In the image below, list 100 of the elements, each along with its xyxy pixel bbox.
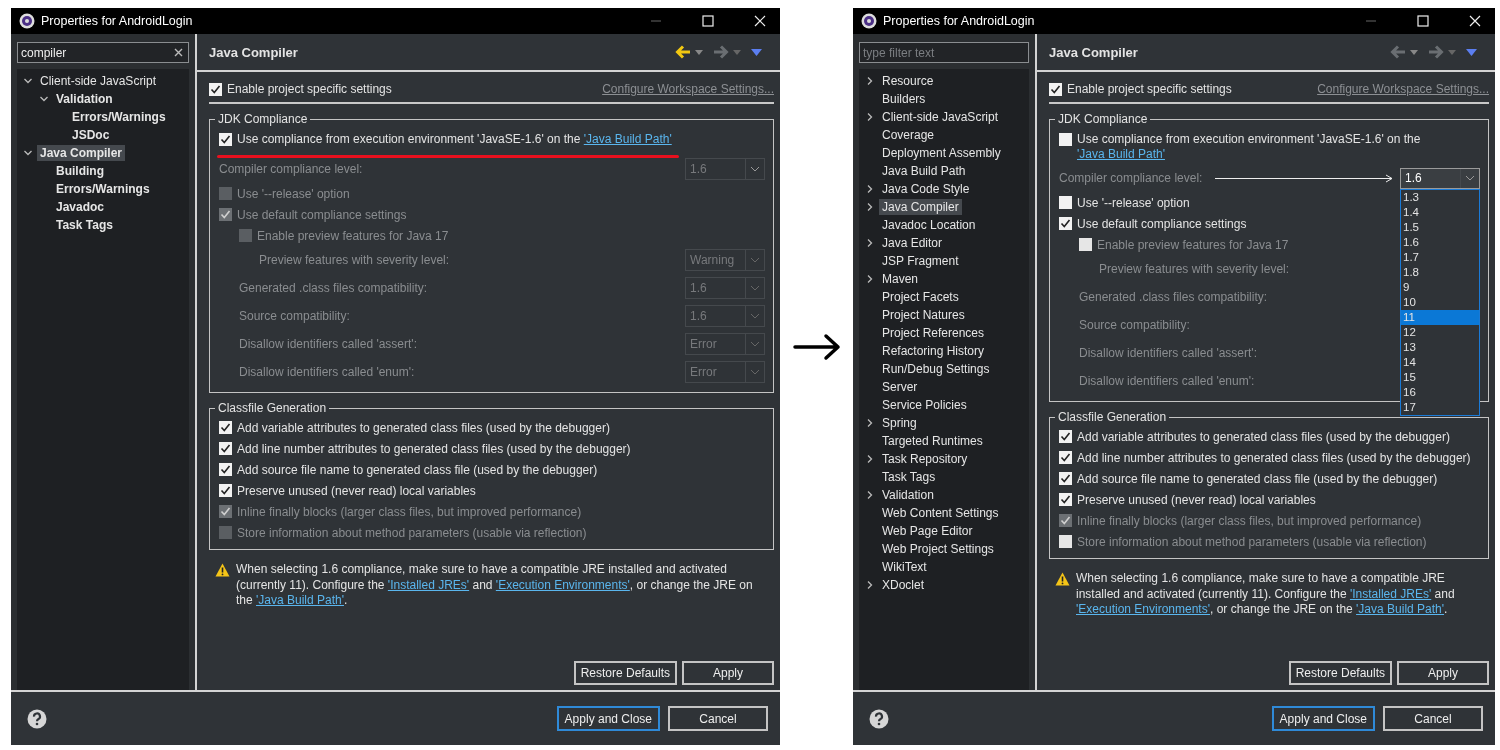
checkbox[interactable]: [219, 421, 232, 434]
close-icon[interactable]: [754, 15, 766, 27]
checkbox[interactable]: [1059, 493, 1072, 506]
tree-item[interactable]: Task Tags: [53, 217, 116, 233]
tree-item[interactable]: Java Build Path: [879, 163, 969, 179]
checkbox[interactable]: [1059, 430, 1072, 443]
tree-item[interactable]: Spring: [879, 415, 920, 431]
chevron-icon[interactable]: [865, 418, 875, 428]
link[interactable]: 'Execution Environments': [1076, 602, 1210, 616]
checkbox[interactable]: [219, 484, 232, 497]
dropdown-option[interactable]: 1.4: [1401, 204, 1479, 220]
apply-button[interactable]: Apply: [682, 661, 774, 685]
dropdown-option[interactable]: 1.8: [1401, 264, 1479, 280]
tree-item[interactable]: Building: [53, 163, 107, 179]
maximize-icon[interactable]: [1417, 15, 1429, 27]
dropdown-option[interactable]: 11: [1401, 309, 1479, 325]
dropdown-option[interactable]: 1.5: [1401, 219, 1479, 235]
tree-item[interactable]: Resource: [879, 73, 937, 89]
menu-icon[interactable]: [1466, 48, 1477, 56]
apply-and-close-button[interactable]: Apply and Close: [1271, 706, 1375, 731]
link[interactable]: Configure Workspace Settings...: [602, 82, 774, 96]
chevron-icon[interactable]: [23, 148, 33, 158]
dropdown-option[interactable]: 10: [1401, 294, 1479, 310]
tree-item[interactable]: Client-side JavaScript: [879, 109, 1002, 125]
tree-item[interactable]: Task Tags: [879, 469, 939, 485]
tree-item[interactable]: Web Page Editor: [879, 523, 976, 539]
tree-item[interactable]: Coverage: [879, 127, 938, 143]
tree-item[interactable]: Server: [879, 379, 921, 395]
tree-item[interactable]: Project Facets: [879, 289, 962, 305]
tree-item[interactable]: Refactoring History: [879, 343, 988, 359]
tree-item[interactable]: WikiText: [879, 559, 930, 575]
link[interactable]: 'Installed JREs': [387, 577, 470, 592]
checkbox[interactable]: [209, 82, 222, 96]
restore-defaults-button[interactable]: Restore Defaults: [573, 661, 677, 685]
link[interactable]: 'Execution Environments': [495, 577, 630, 592]
tree-item[interactable]: Task Repository: [879, 451, 971, 467]
link[interactable]: 'Java Build Path': [583, 132, 672, 146]
close-icon[interactable]: [1469, 15, 1481, 27]
dropdown-option[interactable]: 14: [1401, 354, 1479, 370]
dropdown-option[interactable]: 1.6: [1401, 234, 1479, 250]
filter-field[interactable]: type filter text: [859, 42, 1029, 63]
checkbox[interactable]: [219, 442, 232, 455]
chevron-icon[interactable]: [865, 238, 875, 248]
menu-icon[interactable]: [751, 48, 762, 56]
maximize-icon[interactable]: [702, 15, 714, 27]
tree-item[interactable]: Validation: [879, 487, 937, 503]
chevron-icon[interactable]: [865, 184, 875, 194]
tree-item[interactable]: Javadoc Location: [879, 217, 979, 233]
tree-item[interactable]: Maven: [879, 271, 922, 287]
dropdown-option[interactable]: 16: [1401, 384, 1479, 400]
tree-item[interactable]: Errors/Warnings: [53, 181, 153, 197]
tree-item[interactable]: JSDoc: [69, 127, 113, 143]
tree-item[interactable]: Deployment Assembly: [879, 145, 1004, 161]
dropdown-option[interactable]: 9: [1401, 279, 1479, 295]
tree-item[interactable]: Java Compiler: [879, 199, 962, 215]
chevron-icon[interactable]: [865, 454, 875, 464]
caret-icon[interactable]: [1410, 49, 1418, 55]
tree-item[interactable]: Validation: [53, 91, 116, 107]
dropdown-option[interactable]: 13: [1401, 339, 1479, 355]
chevron-icon[interactable]: [865, 76, 875, 86]
link[interactable]: Configure Workspace Settings...: [1317, 82, 1489, 96]
tree-item[interactable]: Project Natures: [879, 307, 968, 323]
checkbox[interactable]: [219, 463, 232, 476]
chevron-icon[interactable]: [23, 76, 33, 86]
checkbox[interactable]: [1049, 82, 1062, 96]
cancel-button[interactable]: Cancel: [1383, 706, 1483, 731]
help-icon[interactable]: [27, 708, 47, 729]
tree-item[interactable]: Java Editor: [879, 235, 946, 251]
tree-item[interactable]: XDoclet: [879, 577, 928, 593]
apply-and-close-button[interactable]: Apply and Close: [556, 706, 660, 731]
link[interactable]: 'Java Build Path': [256, 593, 344, 607]
dropdown-option[interactable]: 17: [1401, 399, 1479, 415]
chevron-icon[interactable]: [865, 490, 875, 500]
checkbox[interactable]: [219, 133, 232, 146]
dropdown-option[interactable]: 1.7: [1401, 249, 1479, 265]
filter-field[interactable]: compiler: [17, 42, 189, 63]
dropdown-option[interactable]: 12: [1401, 324, 1479, 340]
tree-item[interactable]: Targeted Runtimes: [879, 433, 986, 449]
restore-defaults-button[interactable]: Restore Defaults: [1288, 661, 1392, 685]
link[interactable]: 'Java Build Path': [1077, 147, 1165, 161]
checkbox[interactable]: [1059, 217, 1072, 230]
chevron-icon[interactable]: [39, 94, 49, 104]
chevron-icon[interactable]: [865, 202, 875, 212]
help-icon[interactable]: [869, 708, 889, 729]
tree-item[interactable]: JSP Fragment: [879, 253, 962, 269]
dropdown-option[interactable]: 1.3: [1401, 189, 1479, 205]
tree-item[interactable]: Java Compiler: [37, 145, 126, 161]
clear-icon[interactable]: [174, 48, 183, 57]
tree-item[interactable]: Client-side JavaScript: [37, 73, 160, 89]
tree-item[interactable]: Javadoc: [53, 199, 108, 215]
chevron-icon[interactable]: [865, 112, 875, 122]
dropdown[interactable]: 1.6: [1400, 167, 1480, 189]
checkbox[interactable]: [1059, 451, 1072, 464]
checkbox[interactable]: [1059, 472, 1072, 485]
caret-icon[interactable]: [695, 49, 703, 55]
dropdown-option[interactable]: 15: [1401, 369, 1479, 385]
checkbox[interactable]: [1059, 133, 1072, 146]
tree-item[interactable]: Service Policies: [879, 397, 970, 413]
tree-item[interactable]: Java Code Style: [879, 181, 973, 197]
link[interactable]: 'Java Build Path': [1356, 602, 1445, 616]
